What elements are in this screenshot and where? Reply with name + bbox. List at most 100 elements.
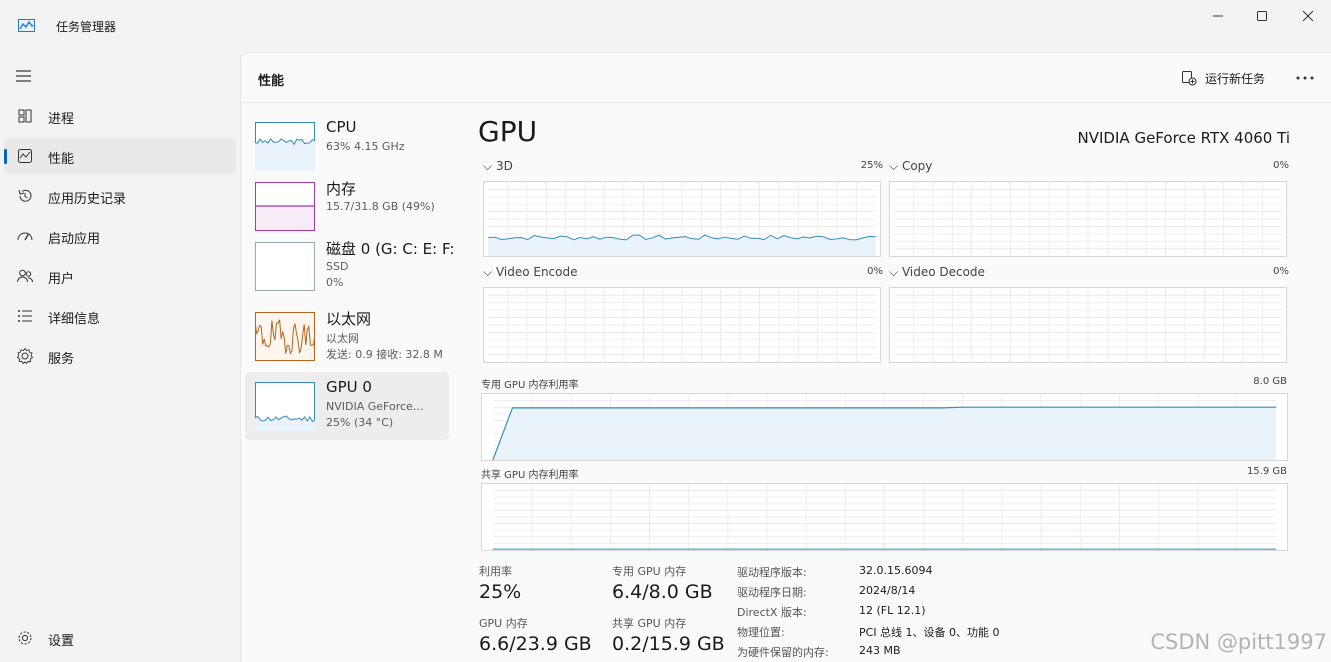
startup-icon	[16, 227, 34, 245]
more-options-button[interactable]	[1295, 69, 1315, 87]
minimize-button[interactable]	[1206, 6, 1230, 26]
page-title: 性能	[258, 74, 285, 89]
engine-percent: 0%	[1273, 160, 1289, 171]
prop-value: PCI 总线 1、设备 0、功能 0	[859, 626, 1000, 639]
graph-3d	[483, 181, 881, 257]
device-name: GPU 0	[326, 378, 372, 396]
nav-label: 启动应用	[48, 232, 101, 247]
app-title: 任务管理器	[56, 20, 117, 34]
prop-label: 驱动程序日期:	[737, 586, 807, 599]
device-detail: 以太网	[326, 332, 359, 345]
dedicated-value: 6.4/8.0 GB	[612, 581, 713, 603]
nav-label: 应用历史记录	[48, 192, 127, 207]
graph-dedicated-memory	[481, 393, 1288, 461]
nav-item-details[interactable]: 详细信息	[4, 298, 236, 334]
engine-name: 3D	[495, 159, 513, 173]
engine-video-encode-dropdown[interactable]: ⌵ Video Encode	[483, 265, 578, 280]
minimize-icon	[1213, 15, 1223, 17]
device-name: 内存	[326, 180, 357, 198]
run-new-task-button[interactable]: 运行新任务	[1181, 67, 1265, 89]
device-item-gpu[interactable]: GPU 0 NVIDIA GeForce… 25% (34 °C)	[245, 372, 449, 440]
hamburger-icon	[16, 70, 31, 82]
close-icon	[1303, 11, 1313, 21]
engine-percent: 0%	[867, 266, 883, 277]
cpu-thumbnail	[255, 122, 315, 171]
graph-video-encode	[483, 287, 881, 363]
details-list-icon	[16, 307, 34, 325]
prop-value: 32.0.15.6094	[859, 564, 933, 577]
new-task-icon	[1182, 71, 1197, 86]
shared-mem-label: 共享 GPU 内存利用率	[481, 470, 579, 481]
nav-label: 进程	[48, 112, 75, 127]
prop-value: 243 MB	[859, 644, 901, 657]
page-header: 性能 运行新任务	[241, 53, 1331, 103]
device-name: CPU	[326, 118, 357, 136]
device-detail: 15.7/31.8 GB (49%)	[326, 200, 435, 213]
device-detail-2: 25% (34 °C)	[326, 416, 394, 429]
gpu-thumbnail	[255, 382, 315, 431]
shared-label: 共享 GPU 内存	[612, 617, 687, 630]
hamburger-menu-button[interactable]	[14, 68, 34, 84]
maximize-button[interactable]	[1250, 6, 1274, 26]
chevron-down-icon: ⌵	[483, 159, 493, 173]
main-content: 性能 运行新任务 CPU 63% 4.15 GHz 内存 15.7/31.8 G…	[240, 52, 1331, 662]
device-item-ethernet[interactable]: 以太网 以太网 发送: 0.9 接收: 32.8 M	[245, 302, 449, 370]
chevron-down-icon: ⌵	[889, 159, 899, 173]
nav-label: 服务	[48, 352, 75, 367]
shared-value: 0.2/15.9 GB	[612, 633, 725, 655]
nav-item-performance[interactable]: 性能	[4, 138, 236, 174]
settings-gear-icon	[16, 629, 34, 647]
prop-label: 驱动程序版本:	[737, 566, 807, 579]
disk-thumbnail	[255, 242, 315, 291]
gpu-mem-label: GPU 内存	[479, 617, 528, 630]
dedicated-mem-max: 8.0 GB	[1253, 376, 1287, 387]
chevron-down-icon: ⌵	[483, 265, 493, 279]
history-icon	[16, 187, 34, 205]
dedicated-mem-label: 专用 GPU 内存利用率	[481, 380, 579, 391]
graph-video-decode	[889, 287, 1287, 363]
device-detail: SSD	[326, 260, 349, 273]
run-task-label: 运行新任务	[1205, 71, 1266, 86]
nav-item-startup[interactable]: 启动应用	[4, 218, 236, 254]
device-item-memory[interactable]: 内存 15.7/31.8 GB (49%)	[245, 172, 449, 240]
nav-item-users[interactable]: 用户	[4, 258, 236, 294]
nav-item-services[interactable]: 服务	[4, 338, 236, 374]
engine-video-decode-dropdown[interactable]: ⌵ Video Decode	[889, 265, 985, 280]
nav-item-app-history[interactable]: 应用历史记录	[4, 178, 236, 214]
device-item-cpu[interactable]: CPU 63% 4.15 GHz	[245, 112, 449, 180]
watermark: CSDN @pitt1997	[1150, 630, 1327, 654]
device-detail: 63% 4.15 GHz	[326, 140, 405, 153]
graph-copy	[889, 181, 1287, 257]
nav-item-processes[interactable]: 进程	[4, 98, 236, 134]
nav-label: 性能	[48, 152, 75, 167]
services-gear-icon	[16, 347, 34, 365]
device-detail-2: 0%	[326, 276, 344, 289]
prop-value: 2024/8/14	[859, 584, 916, 597]
more-icon	[1296, 76, 1314, 80]
nav-label: 详细信息	[48, 312, 101, 327]
engine-copy-dropdown[interactable]: ⌵ Copy	[889, 159, 932, 174]
processes-icon	[16, 107, 34, 125]
device-detail-2: 发送: 0.9 接收: 32.8 M	[326, 348, 443, 361]
title-bar: 任务管理器	[0, 0, 1331, 52]
device-item-disk[interactable]: 磁盘 0 (G: C: E: F: SSD 0%	[245, 232, 455, 300]
nav-item-settings[interactable]: 设置	[4, 620, 236, 656]
gpu-title: GPU	[478, 115, 538, 148]
utilization-label: 利用率	[479, 565, 512, 578]
maximize-icon	[1257, 11, 1267, 21]
performance-icon	[16, 147, 34, 165]
engine-name: Copy	[901, 159, 933, 173]
engine-3d-dropdown[interactable]: ⌵ 3D	[483, 159, 513, 174]
nav-label: 用户	[48, 272, 75, 287]
device-name: 磁盘 0 (G: C: E: F:	[326, 240, 455, 258]
utilization-value: 25%	[479, 581, 522, 603]
engine-name: Video Decode	[901, 265, 985, 279]
device-detail: NVIDIA GeForce…	[326, 400, 424, 413]
shared-mem-max: 15.9 GB	[1246, 466, 1287, 477]
prop-label: DirectX 版本:	[737, 606, 807, 619]
close-button[interactable]	[1296, 6, 1320, 26]
users-icon	[16, 267, 34, 285]
active-indicator	[4, 149, 7, 164]
engine-percent: 25%	[860, 160, 883, 171]
dedicated-label: 专用 GPU 内存	[612, 565, 687, 578]
